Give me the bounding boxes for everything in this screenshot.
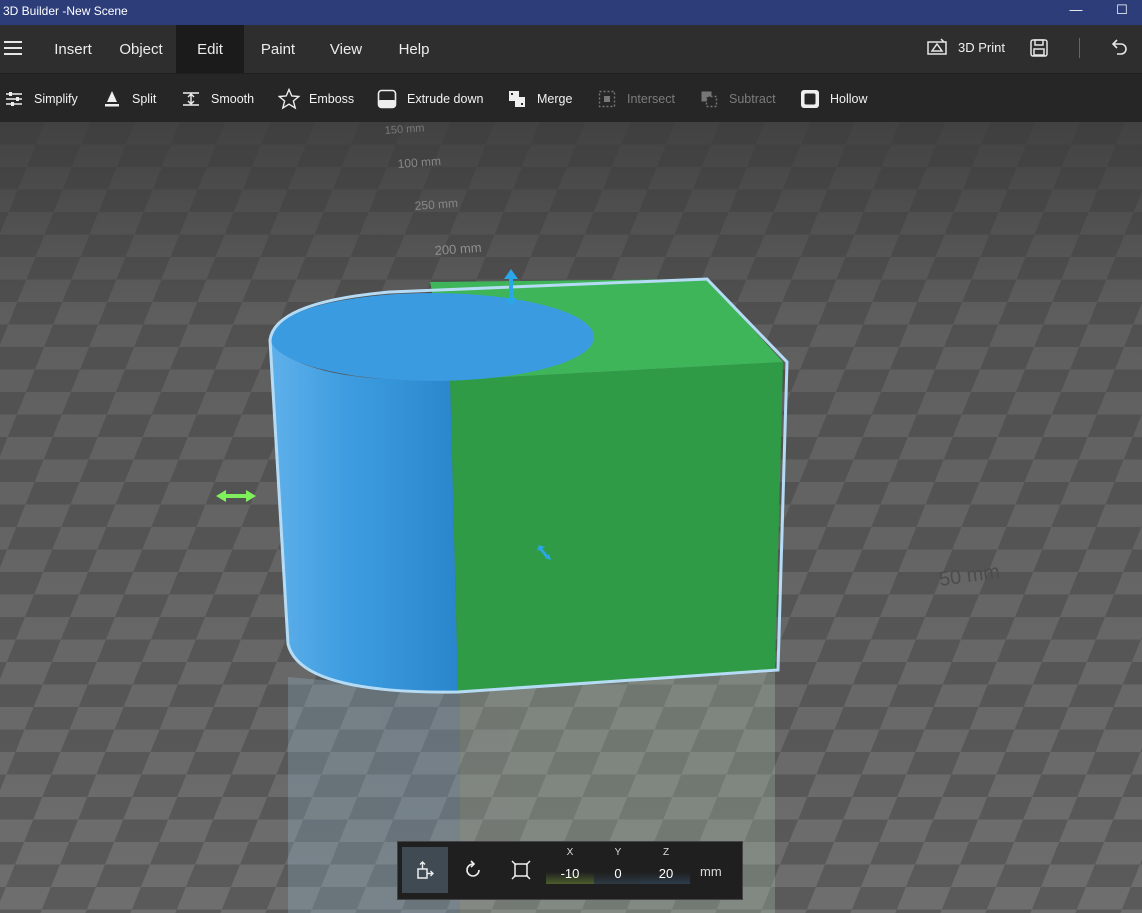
maximize-button[interactable]: ☐	[1099, 2, 1142, 22]
tab-object[interactable]: Object	[108, 25, 174, 73]
save-icon[interactable]	[1029, 38, 1049, 58]
subtract-icon	[698, 88, 720, 110]
tab-insert[interactable]: Insert	[42, 25, 104, 73]
split-button[interactable]: Split	[101, 88, 156, 110]
3d-print-button[interactable]: 3D Print	[926, 37, 1005, 57]
extrude-down-label: Extrude down	[407, 92, 484, 106]
y-coordinate-field[interactable]: Y 0	[594, 842, 642, 899]
menu-divider	[1079, 38, 1080, 58]
print-3d-icon	[927, 38, 947, 55]
split-label: Split	[132, 92, 157, 106]
cylinder-top-face	[270, 293, 594, 381]
x-label: X	[566, 847, 574, 858]
window-title: 3D Builder -New Scene	[3, 4, 128, 18]
simplify-icon	[3, 88, 25, 110]
smooth-button[interactable]: Smooth	[180, 88, 254, 110]
hollow-icon	[799, 88, 821, 110]
intersect-label: Intersect	[627, 92, 675, 106]
transform-panel: X -10 Y 0 Z 20 mm	[397, 841, 743, 900]
z-value[interactable]: 20	[642, 864, 690, 884]
simplify-button[interactable]: Simplify	[3, 88, 78, 110]
simplify-label: Simplify	[34, 92, 78, 106]
minimize-button[interactable]: —	[1053, 2, 1099, 22]
move-icon	[417, 861, 434, 879]
extrude-down-button[interactable]: Extrude down	[376, 88, 483, 110]
cylinder-side	[270, 340, 458, 692]
y-label: Y	[614, 847, 622, 858]
subtract-label: Subtract	[729, 92, 776, 106]
scale-tool-button[interactable]	[498, 847, 544, 893]
rotate-icon	[466, 860, 480, 877]
tab-help[interactable]: Help	[384, 25, 444, 73]
star-icon	[278, 88, 300, 110]
scene-canvas[interactable]: 150 mm 100 mm 250 mm 200 mm 50 mm	[0, 122, 1142, 913]
y-value[interactable]: 0	[594, 864, 642, 884]
unit-label: mm	[700, 864, 722, 879]
tab-edit[interactable]: Edit	[176, 25, 244, 73]
merge-icon	[506, 88, 528, 110]
merge-label: Merge	[537, 92, 573, 106]
intersect-button[interactable]: Intersect	[596, 88, 675, 110]
emboss-label: Emboss	[309, 92, 355, 106]
title-bar: 3D Builder -New Scene — ☐	[0, 0, 1142, 25]
emboss-button[interactable]: Emboss	[278, 88, 354, 110]
menu-bar: Insert Object Edit Paint View Help 3D Pr…	[0, 25, 1142, 73]
subtract-button[interactable]: Subtract	[698, 88, 776, 110]
edit-toolbar: Simplify Split Smooth Emboss Extrude dow…	[0, 73, 1142, 123]
hollow-label: Hollow	[830, 92, 868, 106]
split-icon	[101, 88, 123, 110]
x-value[interactable]: -10	[546, 864, 594, 884]
z-label: Z	[662, 847, 670, 858]
merge-button[interactable]: Merge	[506, 88, 572, 110]
scale-icon	[511, 860, 531, 880]
hamburger-menu-icon[interactable]	[4, 41, 22, 55]
smooth-label: Smooth	[211, 92, 255, 106]
hollow-button[interactable]: Hollow	[799, 88, 868, 110]
tab-view[interactable]: View	[318, 25, 374, 73]
move-tool-button[interactable]	[402, 847, 448, 893]
box-front-face	[450, 362, 783, 692]
extrude-down-icon	[376, 88, 398, 110]
intersect-icon	[596, 88, 618, 110]
smooth-icon	[180, 88, 202, 110]
x-coordinate-field[interactable]: X -10	[546, 842, 594, 899]
rotate-tool-button[interactable]	[450, 847, 496, 893]
undo-icon[interactable]	[1108, 37, 1130, 59]
3d-print-label: 3D Print	[958, 39, 1005, 55]
tab-paint[interactable]: Paint	[248, 25, 308, 73]
z-coordinate-field[interactable]: Z 20	[642, 842, 690, 899]
selected-object[interactable]	[268, 277, 789, 694]
3d-viewport[interactable]: 150 mm 100 mm 250 mm 200 mm 50 mm	[0, 122, 1142, 913]
